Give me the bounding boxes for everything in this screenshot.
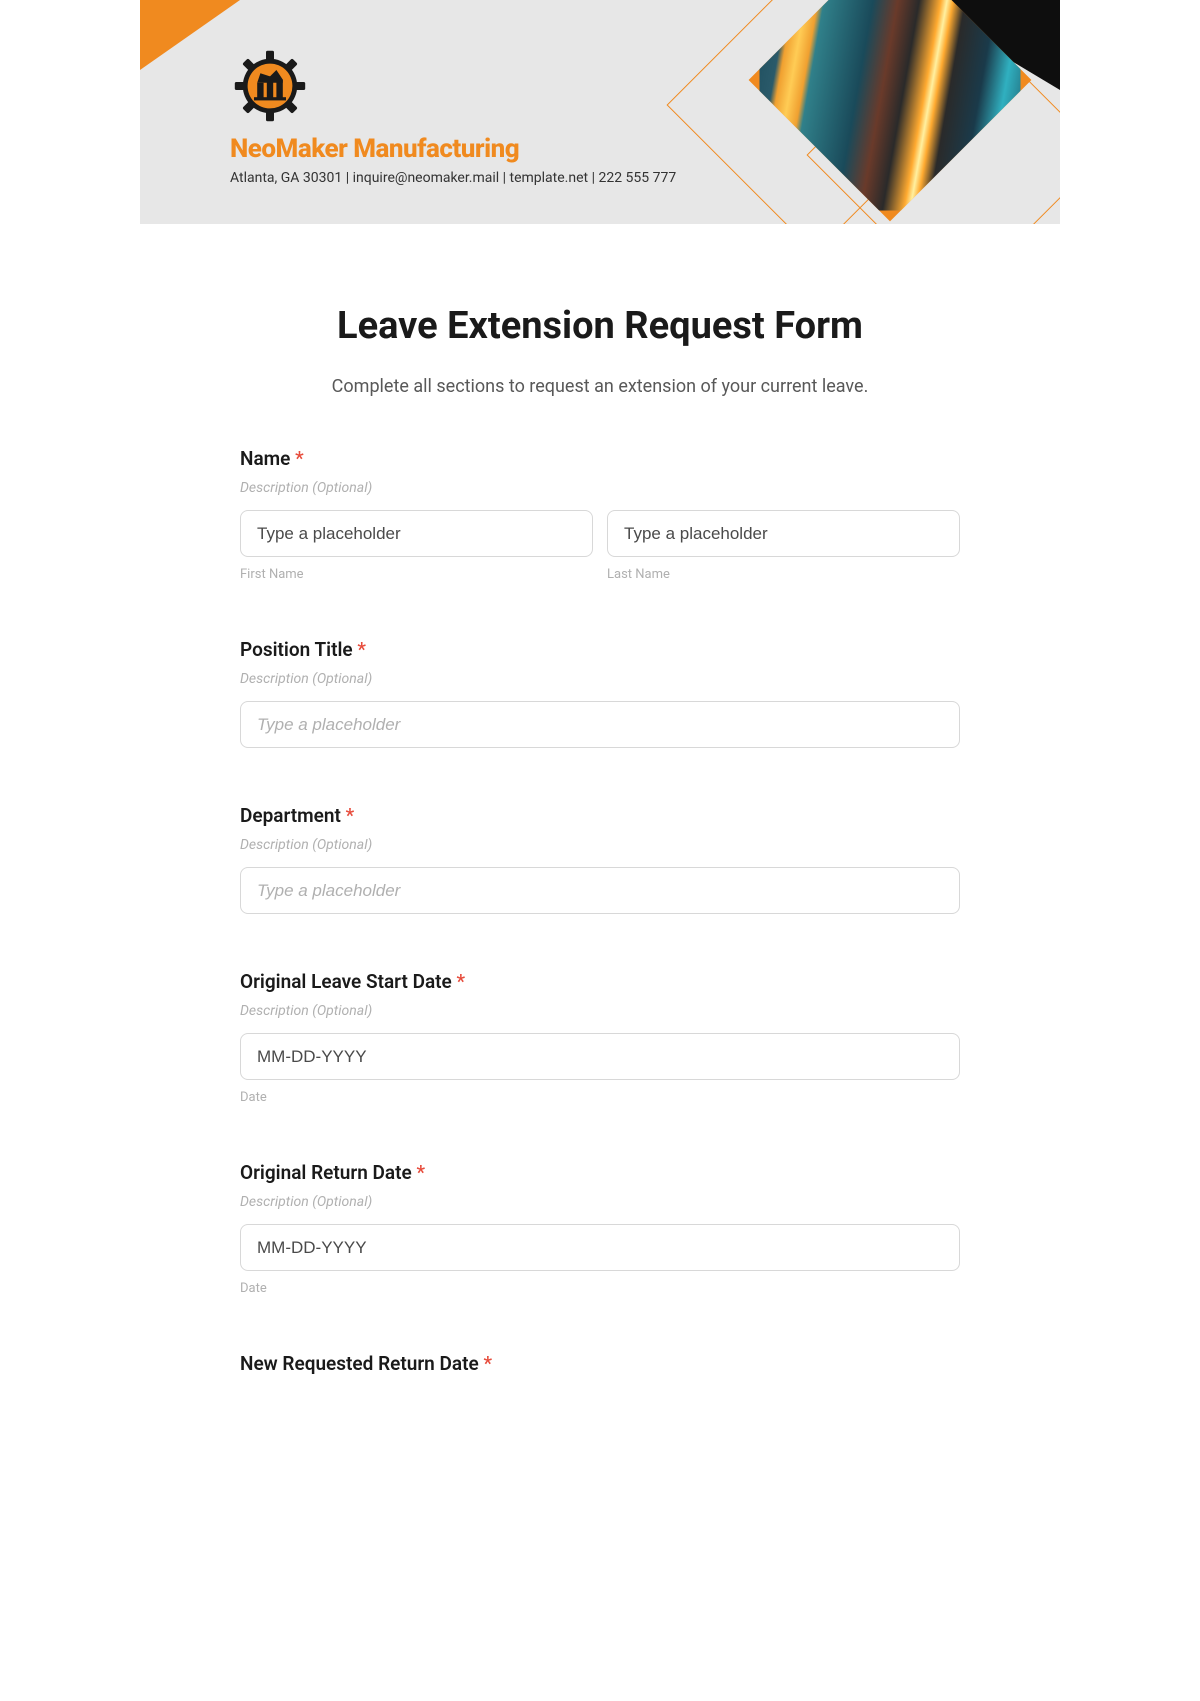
label-text: Department: [240, 804, 341, 827]
field-label: New Requested Return Date *: [240, 1352, 960, 1375]
sub-label-date: Date: [240, 1090, 960, 1105]
label-text: Original Leave Start Date: [240, 970, 452, 993]
label-text: Position Title: [240, 638, 353, 661]
field-department: Department * Description (Optional): [240, 804, 960, 914]
field-original-start-date: Original Leave Start Date * Description …: [240, 970, 960, 1105]
first-name-input[interactable]: [240, 510, 593, 557]
field-description: Description (Optional): [240, 480, 960, 496]
field-original-return-date: Original Return Date * Description (Opti…: [240, 1161, 960, 1296]
label-text: Name: [240, 447, 290, 470]
label-text: Original Return Date: [240, 1161, 412, 1184]
field-description: Description (Optional): [240, 1003, 960, 1019]
required-asterisk-icon: *: [457, 970, 466, 993]
field-label: Original Leave Start Date *: [240, 970, 960, 993]
form-subtitle: Complete all sections to request an exte…: [240, 376, 960, 397]
field-name: Name * Description (Optional) First Name…: [240, 447, 960, 582]
company-info-line: Atlanta, GA 30301 | inquire@neomaker.mai…: [230, 170, 676, 186]
required-asterisk-icon: *: [357, 638, 366, 661]
original-start-date-input[interactable]: [240, 1033, 960, 1080]
field-label: Name *: [240, 447, 960, 470]
department-input[interactable]: [240, 867, 960, 914]
form-body: Leave Extension Request Form Complete al…: [140, 224, 1060, 1445]
gear-logo-icon: [230, 46, 310, 126]
field-label: Original Return Date *: [240, 1161, 960, 1184]
sub-label-last-name: Last Name: [607, 567, 960, 582]
sub-label-first-name: First Name: [240, 567, 593, 582]
field-new-return-date: New Requested Return Date *: [240, 1352, 960, 1375]
last-name-input[interactable]: [607, 510, 960, 557]
company-name: NeoMaker Manufacturing: [230, 134, 676, 164]
field-description: Description (Optional): [240, 1194, 960, 1210]
required-asterisk-icon: *: [483, 1352, 492, 1375]
original-return-date-input[interactable]: [240, 1224, 960, 1271]
header: NeoMaker Manufacturing Atlanta, GA 30301…: [140, 0, 1060, 224]
form-title: Leave Extension Request Form: [240, 304, 960, 348]
page: NeoMaker Manufacturing Atlanta, GA 30301…: [140, 0, 1060, 1445]
field-label: Position Title *: [240, 638, 960, 661]
required-asterisk-icon: *: [295, 447, 304, 470]
field-description: Description (Optional): [240, 671, 960, 687]
logo-block: NeoMaker Manufacturing Atlanta, GA 30301…: [230, 46, 676, 186]
required-asterisk-icon: *: [416, 1161, 425, 1184]
corner-triangle-left: [140, 0, 240, 70]
field-description: Description (Optional): [240, 837, 960, 853]
position-input[interactable]: [240, 701, 960, 748]
required-asterisk-icon: *: [346, 804, 355, 827]
field-position: Position Title * Description (Optional): [240, 638, 960, 748]
label-text: New Requested Return Date: [240, 1352, 479, 1375]
sub-label-date: Date: [240, 1281, 960, 1296]
field-label: Department *: [240, 804, 960, 827]
header-image-group: [740, 0, 1000, 224]
